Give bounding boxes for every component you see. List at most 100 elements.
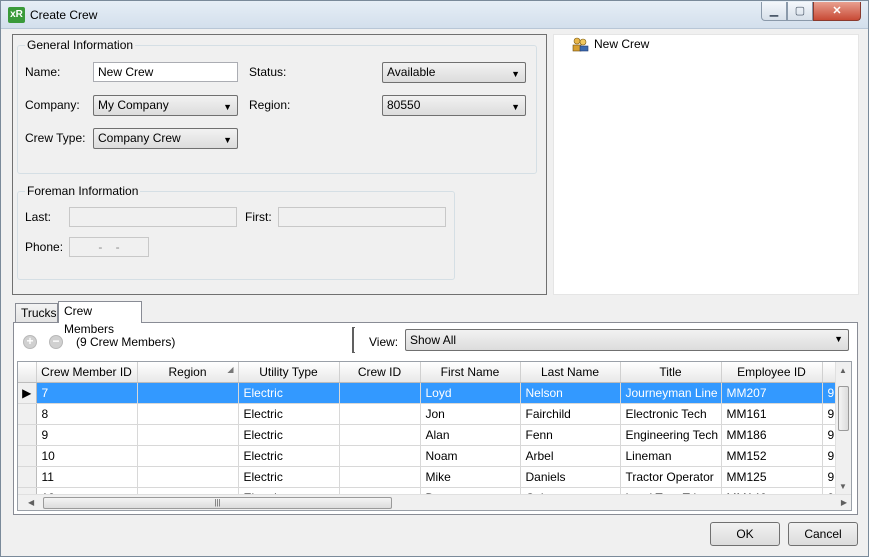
column-header-region[interactable]: Region ◢ [137,362,239,383]
ok-button[interactable]: OK [710,522,780,546]
table-cell[interactable] [339,445,421,467]
table-row[interactable]: ▶ 7 Electric Loyd Nelson Journeyman Line… [18,382,849,404]
table-cell[interactable]: Electric [238,424,340,446]
remove-member-button[interactable]: − [49,335,63,349]
row-header[interactable] [18,424,37,446]
first-name-field[interactable] [278,207,446,227]
table-cell[interactable]: Daniels [520,466,621,488]
table-cell[interactable]: Fairchild [520,403,621,425]
phone-label: Phone: [25,240,64,254]
crew-details-panel: General Information Name: New Crew Statu… [12,34,547,295]
table-cell[interactable]: Electric [238,466,340,488]
scroll-right-icon[interactable]: ▶ [841,498,847,507]
table-cell[interactable]: MM125 [721,466,823,488]
vertical-scroll-thumb[interactable] [838,386,849,431]
scroll-up-icon[interactable]: ▲ [839,366,847,375]
table-cell[interactable]: Lineman [620,445,722,467]
status-value: Available [387,65,436,79]
region-dropdown[interactable]: 80550 ▼ [382,95,526,116]
column-header[interactable]: Crew ID [339,362,421,383]
title-bar[interactable]: xR Create Crew ▁ ▢ ✕ [1,1,868,29]
last-name-field[interactable] [69,207,237,227]
table-cell[interactable]: Alan [420,424,521,446]
table-cell[interactable]: MM186 [721,424,823,446]
app-icon: xR [8,7,25,23]
row-header[interactable] [18,445,37,467]
scroll-left-icon[interactable]: ◀ [28,498,34,507]
minimize-button[interactable]: ▁ [761,2,787,21]
table-cell[interactable]: Tractor Operator [620,466,722,488]
table-cell[interactable]: MM207 [721,382,823,404]
tree-root-label[interactable]: New Crew [594,37,649,51]
table-cell[interactable]: Electric [238,403,340,425]
table-cell[interactable] [137,445,239,467]
table-cell[interactable]: Electric [238,445,340,467]
tab-trucks[interactable]: Trucks [15,303,58,323]
table-cell[interactable]: MM161 [721,403,823,425]
company-value: My Company [98,98,169,112]
view-dropdown[interactable]: Show All ▼ [405,329,849,351]
column-header[interactable]: First Name [420,362,521,383]
vertical-scrollbar[interactable]: ▲ ▼ [835,362,851,495]
chevron-down-icon: ▼ [223,135,232,145]
table-cell[interactable] [339,466,421,488]
table-cell[interactable] [137,466,239,488]
table-cell[interactable] [339,382,421,404]
table-cell[interactable]: Electronic Tech [620,403,722,425]
table-row[interactable]: 10 Electric Noam Arbel Lineman MM152 9 [18,445,849,467]
cancel-button[interactable]: Cancel [788,522,858,546]
column-header[interactable]: Crew Member ID [36,362,138,383]
crew-icon[interactable] [572,37,589,52]
create-crew-window: xR Create Crew ▁ ▢ ✕ General Information… [0,0,869,557]
phone-field[interactable]: - - [69,237,149,257]
table-row[interactable]: 8 Electric Jon Fairchild Electronic Tech… [18,403,849,425]
table-cell[interactable]: 10 [36,445,138,467]
table-cell[interactable]: Journeyman Line [620,382,722,404]
table-cell[interactable] [137,382,239,404]
table-cell[interactable]: MM152 [721,445,823,467]
status-label: Status: [249,65,287,79]
column-header[interactable]: Utility Type [238,362,340,383]
tab-crew-members[interactable]: Crew Members [58,301,142,336]
company-dropdown[interactable]: My Company ▼ [93,95,238,116]
table-row[interactable]: 11 Electric Mike Daniels Tractor Operato… [18,466,849,488]
table-cell[interactable]: Electric [238,382,340,404]
table-cell[interactable]: Fenn [520,424,621,446]
maximize-button[interactable]: ▢ [787,2,813,21]
general-information-legend: General Information [27,38,134,52]
table-cell[interactable] [339,403,421,425]
scroll-down-icon[interactable]: ▼ [839,482,847,491]
table-cell[interactable]: 8 [36,403,138,425]
column-header[interactable]: Title [620,362,722,383]
table-cell[interactable] [137,403,239,425]
table-cell[interactable] [137,424,239,446]
region-label: Region: [249,98,291,112]
row-header[interactable] [18,466,37,488]
table-cell[interactable]: Jon [420,403,521,425]
table-cell[interactable]: Loyd [420,382,521,404]
horizontal-scroll-thumb[interactable]: ||| [43,497,392,509]
general-information-group: General Information Name: New Crew Statu… [17,38,537,174]
foreman-information-group: Foreman Information Last: First: Phone: … [17,184,455,280]
crew-members-table: Crew Member ID Region ◢ Utility Type Crew… [18,362,849,509]
table-cell[interactable]: Arbel [520,445,621,467]
horizontal-scrollbar[interactable]: ◀ ||| ▶ [18,494,851,510]
crew-type-dropdown[interactable]: Company Crew ▼ [93,128,238,149]
table-cell[interactable]: Nelson [520,382,621,404]
table-cell[interactable]: Mike [420,466,521,488]
table-cell[interactable] [339,424,421,446]
row-header[interactable] [18,403,37,425]
column-header[interactable]: Last Name [520,362,621,383]
table-cell[interactable]: 9 [36,424,138,446]
table-cell[interactable]: 7 [36,382,138,404]
table-cell[interactable]: 11 [36,466,138,488]
table-cell[interactable]: Engineering Tech [620,424,722,446]
close-button[interactable]: ✕ [813,2,861,21]
status-dropdown[interactable]: Available ▼ [382,62,526,83]
name-field[interactable]: New Crew [93,62,238,82]
table-cell[interactable]: Noam [420,445,521,467]
add-member-button[interactable]: + [23,335,37,349]
chevron-down-icon: ▼ [223,102,232,112]
column-header[interactable]: Employee ID [721,362,823,383]
table-row[interactable]: 9 Electric Alan Fenn Engineering Tech MM… [18,424,849,446]
